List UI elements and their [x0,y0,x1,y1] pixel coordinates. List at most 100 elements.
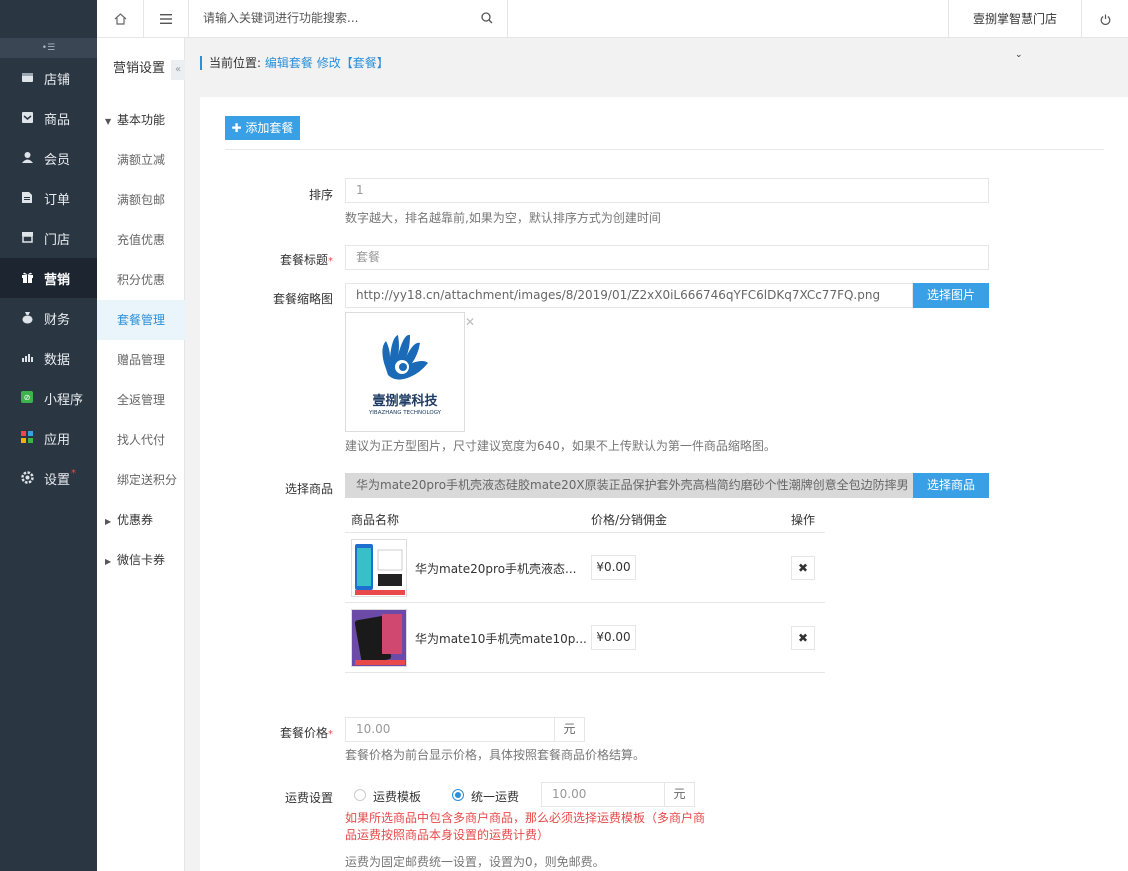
package-price-input[interactable]: 10.00 [345,717,555,742]
breadcrumb-current: 修改【套餐】 [316,56,389,70]
submenu-link[interactable]: 满额立减 [97,140,185,180]
price-label: 套餐价格* [280,724,333,741]
submenu-link[interactable]: 找人代付 [97,420,185,460]
select-goods-button[interactable]: 选择商品 [913,473,989,498]
sidebar-item-label: 应用 [44,432,71,448]
sidebar-item-shop[interactable]: 门店 [0,218,97,258]
submenu-link[interactable]: 赠品管理 [97,340,185,380]
main-panel: ✚ 添加套餐 排序 1 数字越大，排名越靠前,如果为空，默认排序方式为创建时间 … [200,97,1128,871]
submenu-link[interactable]: 绑定送积分 [97,460,185,500]
svg-text:⊘: ⊘ [24,393,31,402]
breadcrumb: 当前位置: 编辑套餐 修改【套餐】 [200,56,389,70]
thumbnail-preview: 壹捌掌科技 YIBAZHANG TECHNOLOGY [345,312,465,432]
power-icon[interactable] [1082,0,1128,38]
caret-right-icon: ▶ [105,557,112,566]
radio-template[interactable] [354,789,366,801]
finance-icon [20,311,34,325]
sort-label: 排序 [308,188,333,202]
required-mark: * [328,729,333,740]
shipping-unit: 元 [665,782,695,807]
home-icon[interactable] [97,0,144,38]
product-name: 华为mate10手机壳mate10p... [415,632,587,646]
sidebar-item-label: 商品 [44,112,71,128]
thumbnail-url-input[interactable]: http://yy18.cn/attachment/images/8/2019/… [345,283,913,308]
miniapp-icon: ⊘ [20,391,34,405]
submenu-link[interactable]: 积分优惠 [97,260,185,300]
shipping-warning: 如果所选商品中包含多商户商品，那么必须选择运费模板（多商户商品运费按照商品本身设… [345,811,706,842]
delete-icon[interactable]: ✖ [791,626,815,650]
price-label-text: 套餐价格 [279,726,328,740]
breadcrumb-link[interactable]: 编辑套餐 [265,56,313,70]
title-label: 套餐标题* [280,251,333,268]
sidebar-item-label: 设置 [44,472,71,488]
submenu-link[interactable]: 充值优惠 [97,220,185,260]
store-name[interactable]: 壹捌掌智慧门店 [948,0,1082,38]
sidebar-item-member[interactable]: 会员 [0,138,97,178]
table-header: 商品名称 价格/分销佣金 操作 [345,503,825,533]
sidebar-item-label: 会员 [44,152,71,168]
search-icon[interactable] [481,12,493,27]
sidebar-top [0,0,97,38]
submenu-link-active[interactable]: 套餐管理 [97,300,185,340]
submenu-link[interactable]: 满额包邮 [97,180,185,220]
price-input[interactable]: ¥0.00 [591,625,636,650]
title-input[interactable]: 套餐 [345,245,989,270]
submenu-group-coupon[interactable]: ▶ 优惠券 [97,500,185,540]
logo-text: 壹捌掌科技 [372,393,438,409]
price-unit: 元 [555,717,585,742]
header-price: 价格/分销佣金 [591,513,668,527]
table-row: 华为mate10手机壳mate10p... ¥0.00 ✖ [345,603,825,673]
radio-template-label: 运费模板 [373,790,422,804]
plus-icon: ✚ [231,121,246,135]
sidebar-item-goods[interactable]: 商品 [0,98,97,138]
sidebar-item-settings[interactable]: 设置 * [0,458,97,498]
sort-input[interactable]: 1 [345,178,989,203]
notification-dot: * [71,467,77,479]
sidebar-item-label: 数据 [44,352,71,368]
collapse-icon[interactable]: « [171,60,185,80]
add-package-button[interactable]: ✚ 添加套餐 [225,116,300,140]
thumbnail-label: 套餐缩略图 [272,292,333,306]
submenu-list: ▼ 基本功能 满额立减 满额包邮 充值优惠 积分优惠 套餐管理 赠品管理 全返管理… [97,100,185,580]
remove-image-icon[interactable]: ✕ [465,315,475,329]
sidebar-item-data[interactable]: 数据 [0,338,97,378]
sidebar-item-order[interactable]: 订单 [0,178,97,218]
submenu-group-wechat[interactable]: ▶ 微信卡券 [97,540,185,580]
apps-icon [20,431,34,445]
group-label: 基本功能 [117,113,166,127]
price-hint: 套餐价格为前台显示价格，具体按照套餐商品价格结算。 [345,748,646,762]
search-input[interactable] [189,0,469,36]
gear-icon [20,471,34,485]
shipping-label: 运费设置 [284,791,333,805]
chevron-down-icon[interactable]: ⌄ [1015,50,1023,60]
sidebar-item-miniapp[interactable]: ⊘ 小程序 [0,378,97,418]
group-label: 优惠券 [117,513,154,527]
sidebar-item-finance[interactable]: 财务 [0,298,97,338]
goods-icon [20,111,34,125]
menu-icon[interactable] [144,0,189,38]
shipping-hint: 运费为固定邮费统一设置，设置为0，则免邮费。 [345,855,605,869]
goods-table: 商品名称 价格/分销佣金 操作 华为mate20pro手机壳液态... ¥0.0… [345,503,825,673]
fold-icon[interactable]: •☰ [0,38,97,58]
shipping-fee-input[interactable]: 10.00 [541,782,665,807]
sort-hint: 数字越大，排名越靠前,如果为空，默认排序方式为创建时间 [345,211,661,225]
sidebar-item-store[interactable]: 店铺 [0,58,97,98]
radio-unified[interactable] [452,789,464,801]
sidebar-item-label: 店铺 [44,72,71,88]
sidebar-item-apps[interactable]: 应用 [0,418,97,458]
member-icon [20,151,34,165]
sidebar-item-label: 门店 [44,232,71,248]
title-label-text: 套餐标题 [279,253,328,267]
goods-input[interactable]: 华为mate20pro手机壳液态硅胶mate20X原装正品保护套外壳高档简约磨砂… [345,473,913,498]
price-input[interactable]: ¥0.00 [591,555,636,580]
submenu-link[interactable]: 全返管理 [97,380,185,420]
radio-unified-label: 统一运费 [471,790,520,804]
logo-subtext: YIBAZHANG TECHNOLOGY [368,410,442,416]
sidebar-item-marketing[interactable]: 营销 [0,258,97,298]
sidebar-item-label: 财务 [44,312,71,328]
caret-down-icon: ▼ [105,117,112,126]
product-name: 华为mate20pro手机壳液态... [415,562,577,576]
select-image-button[interactable]: 选择图片 [913,283,989,308]
submenu-group-basic[interactable]: ▼ 基本功能 [97,100,185,140]
delete-icon[interactable]: ✖ [791,556,815,580]
